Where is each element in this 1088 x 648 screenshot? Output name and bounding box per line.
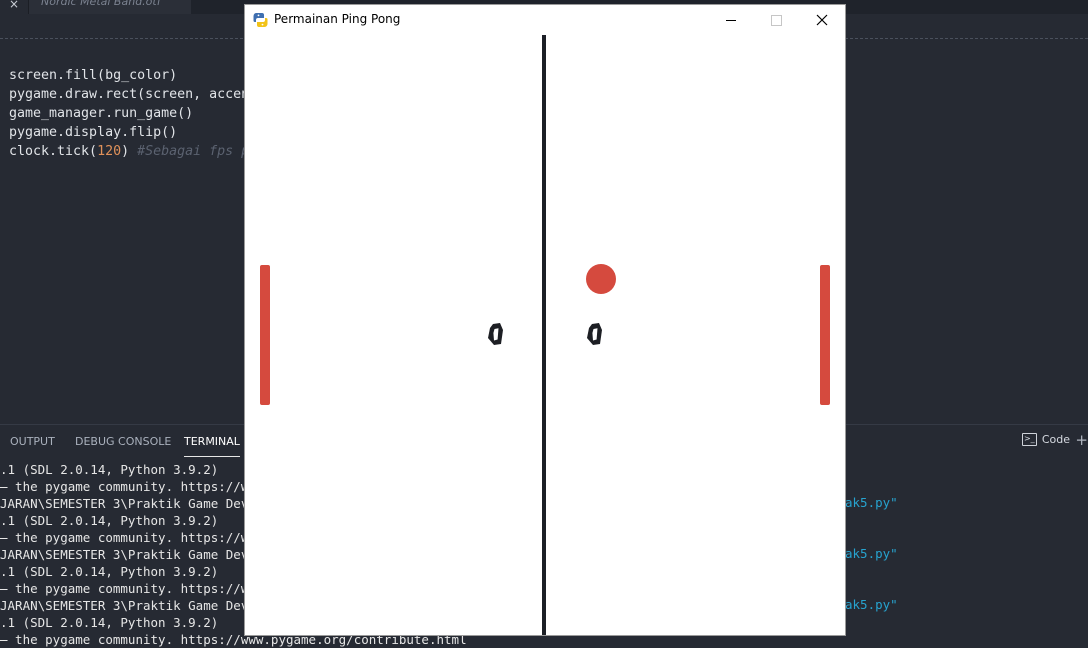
add-terminal-icon[interactable]: +: [1075, 431, 1088, 449]
editor-tab-active[interactable]: ×: [0, 0, 28, 14]
close-icon: [816, 14, 828, 26]
code-line: pygame.draw.rect(screen, accent: [9, 87, 258, 102]
terminal-icon: >_: [1021, 433, 1037, 446]
code-token: clock.tick(: [9, 144, 98, 159]
close-window-button[interactable]: [799, 5, 845, 35]
code-button-label: Code: [1041, 433, 1070, 446]
player-paddle: [260, 265, 270, 405]
code-line: pygame.display.flip(): [9, 125, 178, 140]
code-line: game_manager.run_game(): [9, 106, 194, 121]
pygame-snake-icon: [253, 12, 268, 27]
terminal-fragment: ak5.py": [845, 495, 898, 510]
window-title-bar[interactable]: Permainan Ping Pong: [245, 5, 845, 35]
game-canvas[interactable]: [245, 35, 845, 635]
tab-debug-console[interactable]: DEBUG CONSOLE: [75, 435, 171, 448]
center-line: [542, 35, 546, 635]
minimize-button[interactable]: [708, 5, 754, 35]
ball: [586, 264, 616, 294]
terminal-fragment: ak5.py": [845, 546, 898, 561]
game-window: Permainan Ping Pong: [245, 5, 845, 635]
tab-output[interactable]: OUTPUT: [10, 435, 55, 448]
code-comment: #Sebagai fps pe: [137, 144, 258, 159]
code-line: clock.tick(120) #Sebagai fps pe: [9, 142, 257, 161]
close-tab-icon[interactable]: ×: [9, 0, 19, 11]
code-token: ): [121, 144, 138, 159]
terminal-fragment: ak5.py": [845, 597, 898, 612]
opponent-score: [587, 323, 602, 345]
code-terminal-button[interactable]: >_ Code: [1021, 433, 1070, 446]
tab-label: Nordic Metal Band.otf: [41, 0, 161, 8]
opponent-paddle: [820, 265, 830, 405]
code-line: screen.fill(bg_color): [9, 68, 178, 83]
maximize-button[interactable]: [753, 5, 799, 35]
player-score: [488, 323, 503, 345]
code-number: 120: [97, 144, 122, 159]
maximize-icon: [770, 14, 782, 26]
code-editor[interactable]: screen.fill(bg_color) pygame.draw.rect(s…: [9, 66, 257, 161]
tab-terminal[interactable]: TERMINAL: [184, 435, 240, 457]
window-title: Permainan Ping Pong: [274, 12, 401, 26]
minimize-icon: [726, 19, 736, 21]
editor-tab-font-file[interactable]: Nordic Metal Band.otf: [28, 0, 191, 14]
